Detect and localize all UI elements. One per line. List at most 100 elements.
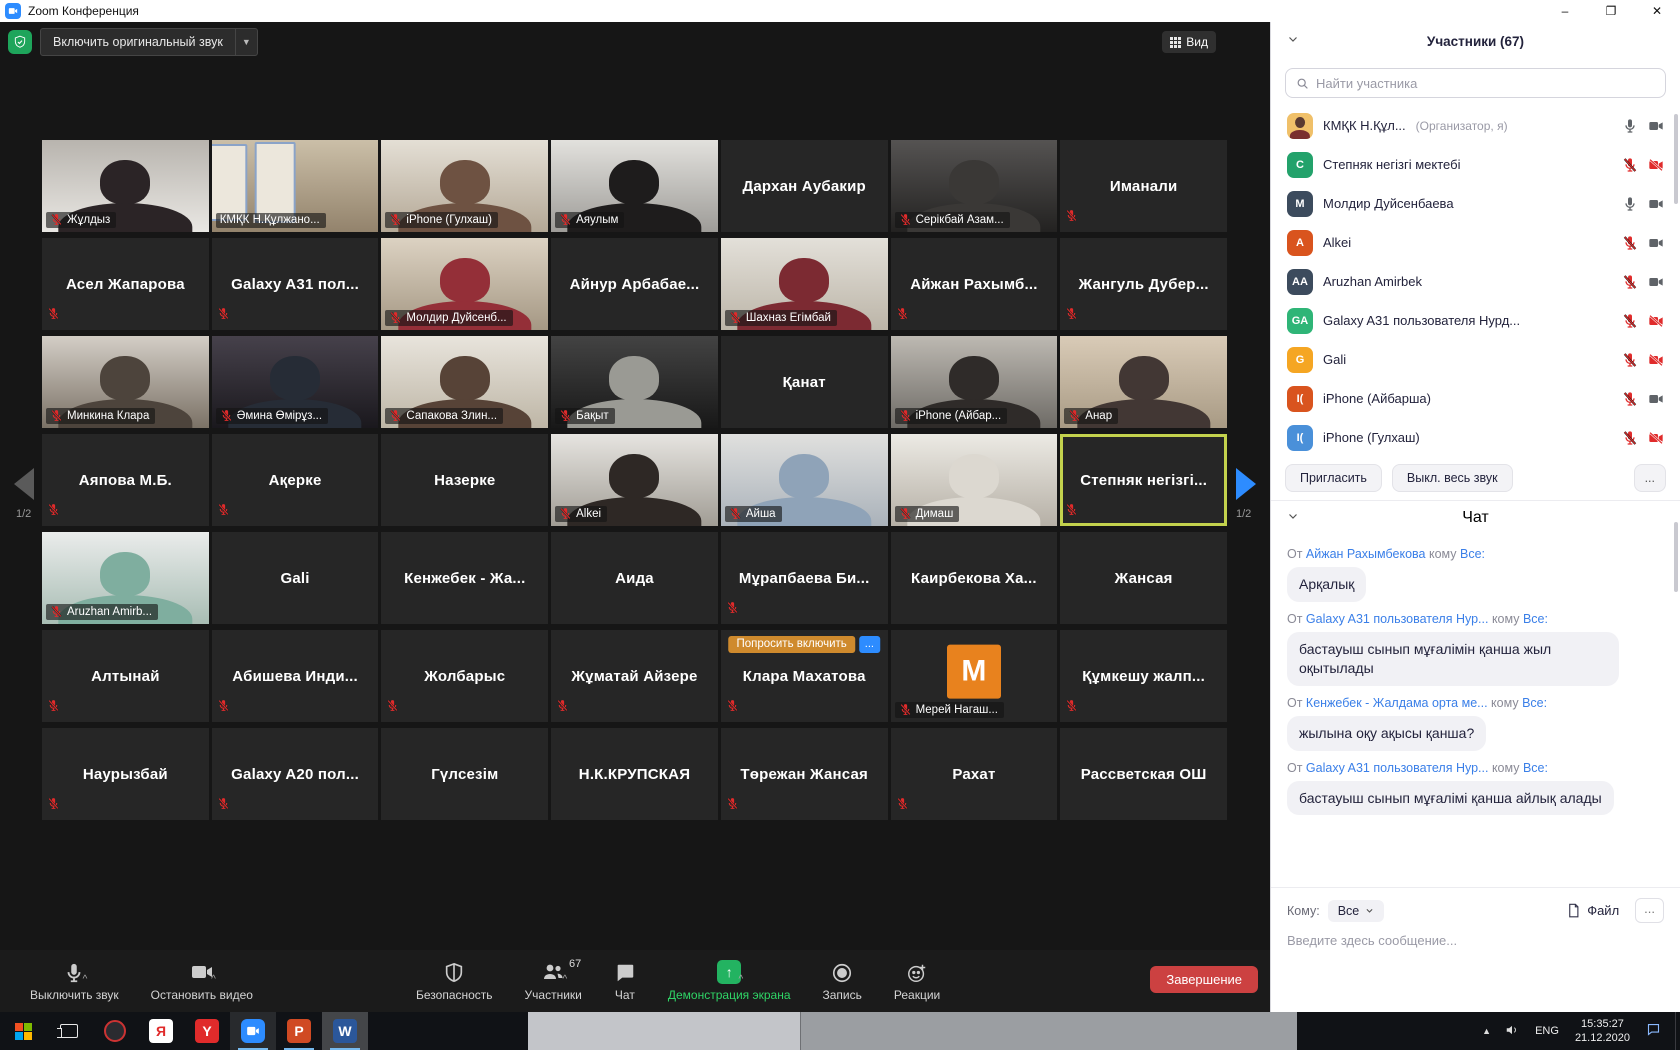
clock[interactable]: 15:35:27 21.12.2020 — [1567, 1017, 1638, 1046]
maximize-button[interactable]: ❐ — [1588, 0, 1634, 22]
video-tile[interactable]: Молдир Дуйсенб... — [381, 238, 548, 330]
toolbar-chat-button[interactable]: Чат — [598, 950, 652, 1012]
video-tile[interactable]: Бақыт — [551, 336, 718, 428]
video-tile[interactable]: Жұлдыз — [42, 140, 209, 232]
toolbar-mic-button[interactable]: ^Выключить звук — [14, 950, 135, 1012]
tray-expand-icon[interactable]: ▲ — [1476, 1026, 1497, 1036]
participant-row[interactable]: GAGalaxy A31 пользователя Нурд... — [1271, 301, 1680, 340]
participant-row[interactable]: GGali — [1271, 340, 1680, 379]
taskbar-powerpoint-icon[interactable]: P — [276, 1012, 322, 1050]
video-tile[interactable]: Серікбай Азам... — [891, 140, 1058, 232]
participant-row[interactable]: MМолдир Дуйсенбаева — [1271, 184, 1680, 223]
minimize-button[interactable]: – — [1542, 0, 1588, 22]
video-tile[interactable]: Кенжебек - Жа... — [381, 532, 548, 624]
search-participant-input[interactable]: Найти участника — [1285, 68, 1666, 98]
taskbar-yandex-y-icon[interactable]: Y — [184, 1012, 230, 1050]
next-page-arrow[interactable] — [1236, 468, 1256, 500]
compose-more-button[interactable]: ... — [1635, 898, 1664, 923]
video-tile[interactable]: Рахат — [891, 728, 1058, 820]
video-tile[interactable]: Абишева Инди... — [212, 630, 379, 722]
video-tile[interactable]: Жансая — [1060, 532, 1227, 624]
ask-unmute-button[interactable]: Попросить включить — [728, 636, 854, 653]
participant-row[interactable]: AAAruzhan Amirbek — [1271, 262, 1680, 301]
video-tile[interactable]: Сапакова Злин... — [381, 336, 548, 428]
participant-row[interactable]: I(iPhone (Айбарша) — [1271, 379, 1680, 418]
video-tile[interactable]: Анар — [1060, 336, 1227, 428]
video-tile[interactable]: Рассветская ОШ — [1060, 728, 1227, 820]
recipient-select[interactable]: Все — [1328, 900, 1385, 922]
toolbar-share-button[interactable]: ↑^Демонстрация экрана — [652, 950, 807, 1012]
video-tile[interactable]: Әмина Өмірұз... — [212, 336, 379, 428]
video-tile[interactable]: Galaxy A31 пол... — [212, 238, 379, 330]
taskbar-zoom-icon[interactable] — [230, 1012, 276, 1050]
security-shield-icon[interactable] — [8, 30, 32, 54]
end-meeting-button[interactable]: Завершение — [1150, 966, 1258, 993]
taskbar-task-view-icon[interactable] — [46, 1012, 92, 1050]
participant-row[interactable]: КМҚК Н.Құл...(Организатор, я) — [1271, 106, 1680, 145]
video-tile[interactable]: Alkei — [551, 434, 718, 526]
video-tile[interactable]: Жұматай Айзере — [551, 630, 718, 722]
video-tile[interactable]: Айша — [721, 434, 888, 526]
prev-page-arrow[interactable] — [14, 468, 34, 500]
video-tile[interactable]: Наурызбай — [42, 728, 209, 820]
chevron-up-icon[interactable]: ^ — [738, 974, 743, 985]
video-tile[interactable]: Айжан Рахымб... — [891, 238, 1058, 330]
video-tile[interactable]: Жолбарыс — [381, 630, 548, 722]
chevron-down-icon[interactable] — [1287, 509, 1299, 527]
video-tile[interactable]: Мұрапбаева Би... — [721, 532, 888, 624]
original-sound-button[interactable]: Включить оригинальный звук ▼ — [40, 28, 258, 56]
video-tile[interactable]: Степняк негізгі... — [1060, 434, 1227, 526]
video-tile[interactable]: Құмкешу жалп... — [1060, 630, 1227, 722]
video-tile[interactable]: Aruzhan Amirb... — [42, 532, 209, 624]
video-tile[interactable]: Дархан Аубакир — [721, 140, 888, 232]
chevron-down-icon[interactable]: ▼ — [235, 29, 257, 55]
video-tile[interactable]: Ақерке — [212, 434, 379, 526]
video-tile[interactable]: Төрежан Жансая — [721, 728, 888, 820]
video-tile[interactable]: Gali — [212, 532, 379, 624]
video-tile[interactable]: Клара МахатоваПопросить включить... — [721, 630, 888, 722]
chat-scrollbar[interactable] — [1674, 522, 1678, 592]
video-tile[interactable]: Минкина Клара — [42, 336, 209, 428]
video-tile[interactable]: Иманали — [1060, 140, 1227, 232]
video-tile[interactable]: iPhone (Айбар... — [891, 336, 1058, 428]
chevron-down-icon[interactable] — [1287, 32, 1299, 50]
taskbar-word-icon[interactable]: W — [322, 1012, 368, 1050]
video-tile[interactable]: Назерке — [381, 434, 548, 526]
toolbar-record-button[interactable]: Запись — [807, 950, 878, 1012]
video-tile[interactable]: Аида — [551, 532, 718, 624]
chevron-up-icon[interactable]: ^ — [83, 974, 88, 985]
taskbar-yandex-ya-icon[interactable]: Я — [138, 1012, 184, 1050]
video-tile[interactable]: Айнур Арбабае... — [551, 238, 718, 330]
toolbar-reactions-button[interactable]: Реакции — [878, 950, 956, 1012]
view-button[interactable]: Вид — [1162, 31, 1216, 53]
video-tile[interactable]: Жангуль Дубер... — [1060, 238, 1227, 330]
participant-row[interactable]: AAlkei — [1271, 223, 1680, 262]
participants-scrollbar[interactable] — [1674, 114, 1678, 204]
ask-more-button[interactable]: ... — [859, 636, 880, 653]
toolbar-shield-button[interactable]: Безопасность — [400, 950, 509, 1012]
participants-more-button[interactable]: ... — [1634, 464, 1666, 492]
notification-center-icon[interactable] — [1638, 1022, 1669, 1040]
video-tile[interactable]: Қанат — [721, 336, 888, 428]
file-button[interactable]: Файл — [1566, 903, 1619, 918]
video-tile[interactable]: КМҚК Н.Құлжано... — [212, 140, 379, 232]
close-button[interactable]: ✕ — [1634, 0, 1680, 22]
video-tile[interactable]: Аяпова М.Б. — [42, 434, 209, 526]
video-tile[interactable]: Каирбекова Ха... — [891, 532, 1058, 624]
toolbar-camera-button[interactable]: ^Остановить видео — [135, 950, 269, 1012]
participant-row[interactable]: CСтепняк негізгі мектебі — [1271, 145, 1680, 184]
participant-row[interactable]: I(iPhone (Гулхаш) — [1271, 418, 1680, 457]
video-tile[interactable]: MМерей Нагаш... — [891, 630, 1058, 722]
open-window-button[interactable] — [528, 1012, 800, 1050]
taskbar-circle-app-icon[interactable] — [92, 1012, 138, 1050]
open-window-button[interactable] — [800, 1012, 1297, 1050]
chevron-up-icon[interactable]: ^ — [563, 974, 568, 985]
show-desktop-button[interactable] — [1675, 1012, 1680, 1050]
video-tile[interactable]: Гүлсезім — [381, 728, 548, 820]
toolbar-people-button[interactable]: 67^Участники — [509, 950, 598, 1012]
video-tile[interactable]: Асел Жапарова — [42, 238, 209, 330]
video-tile[interactable]: Н.К.КРУПСКАЯ — [551, 728, 718, 820]
volume-icon[interactable] — [1497, 1023, 1527, 1040]
chevron-up-icon[interactable]: ^ — [211, 974, 216, 985]
language-indicator[interactable]: ENG — [1527, 1025, 1567, 1037]
